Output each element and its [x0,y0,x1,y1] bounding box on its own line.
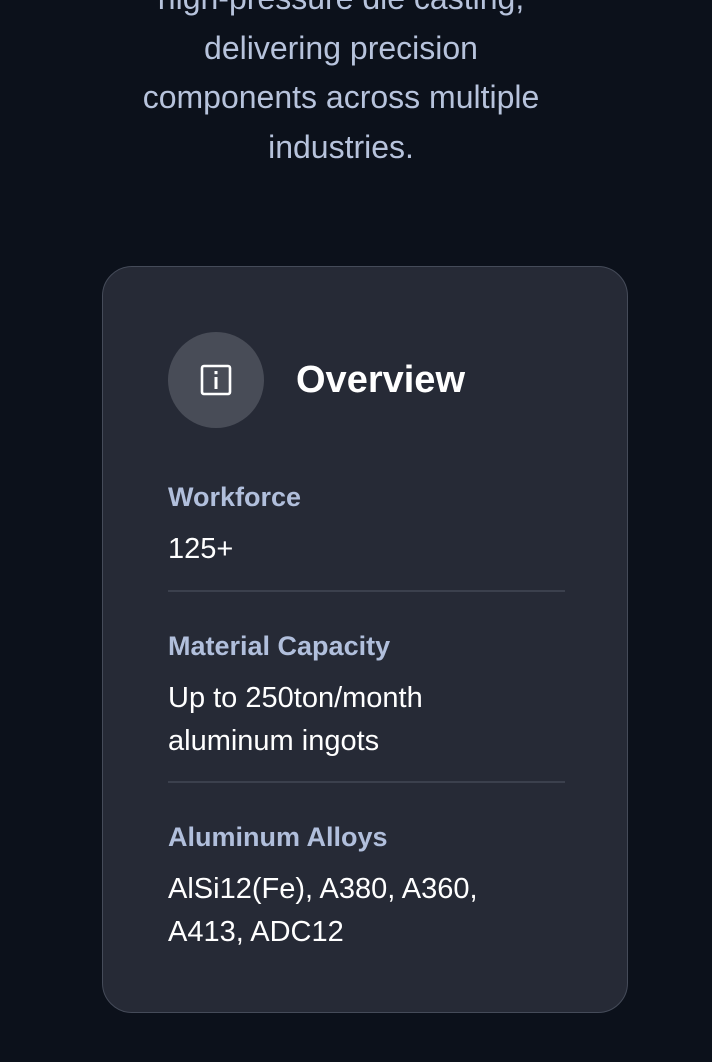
item-value-line: AlSi12(Fe), A380, A360, [168,873,478,905]
intro-line: high-pressure die casting, [0,0,682,24]
divider [168,590,565,592]
intro-line: components across multiple [142,79,540,115]
overview-card: Overview Workforce 125+ Material Capacit… [102,266,628,1013]
intro-line: delivering precision [204,29,478,66]
intro-line: industries. [268,128,414,165]
overview-header: Overview [168,332,465,428]
overview-item-material-capacity: Material Capacity Up to 250ton/month alu… [168,629,565,763]
divider [168,781,565,783]
item-label: Material Capacity [168,631,391,661]
item-value: Up to 250ton/month aluminum ingots [168,677,565,763]
item-value: AlSi12(Fe), A380, A360, A413, ADC12 [168,868,565,954]
item-value: 125+ [168,528,565,571]
overview-title: Overview [296,358,465,401]
item-value-line: Up to 250ton/month [168,682,423,714]
overview-item-aluminum-alloys: Aluminum Alloys AlSi12(Fe), A380, A360, … [168,820,565,954]
overview-item-workforce: Workforce 125+ [168,480,565,571]
info-icon-badge [168,332,264,428]
info-icon [200,364,232,396]
item-value-line: aluminum ingots [168,725,380,757]
item-label: Aluminum Alloys [168,822,388,852]
item-label: Workforce [168,482,302,512]
item-value-line: A413, ADC12 [168,916,344,948]
intro-paragraph: high-pressure die casting, delivering pr… [0,0,682,172]
item-value-line: 125+ [168,533,234,565]
